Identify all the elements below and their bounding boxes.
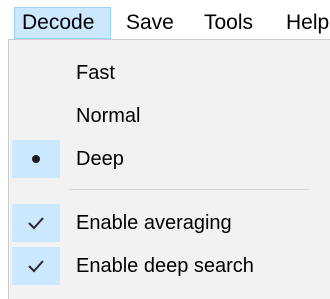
- menu-tools[interactable]: Tools: [197, 7, 260, 39]
- menu-decode[interactable]: Decode: [14, 7, 111, 39]
- menu-bar: Decode Save Tools Help: [0, 0, 330, 42]
- menu-item-label: Normal: [76, 105, 141, 127]
- menu-save[interactable]: Save: [119, 7, 181, 39]
- decode-dropdown-menu: Fast Normal Deep Enable averaging Enable…: [8, 39, 330, 299]
- menu-item-label: Enable averaging: [76, 212, 232, 234]
- menu-item-label: Enable deep search: [76, 255, 254, 277]
- menu-item-enable-averaging[interactable]: Enable averaging: [9, 204, 330, 242]
- menu-separator: [69, 189, 309, 190]
- menu-item-label: Deep: [76, 148, 124, 170]
- menu-item-label: Fast: [76, 62, 115, 84]
- checkmark-icon: [12, 204, 60, 242]
- menu-item-deep[interactable]: Deep: [9, 140, 330, 178]
- menu-help[interactable]: Help: [279, 7, 330, 39]
- radio-dot-icon: [12, 140, 60, 178]
- menu-item-normal[interactable]: Normal: [9, 97, 330, 135]
- menu-item-gutter: [12, 54, 60, 92]
- menu-item-fast[interactable]: Fast: [9, 54, 330, 92]
- menu-item-gutter: [12, 97, 60, 135]
- menu-item-enable-deep-search[interactable]: Enable deep search: [9, 247, 330, 285]
- checkmark-icon: [12, 247, 60, 285]
